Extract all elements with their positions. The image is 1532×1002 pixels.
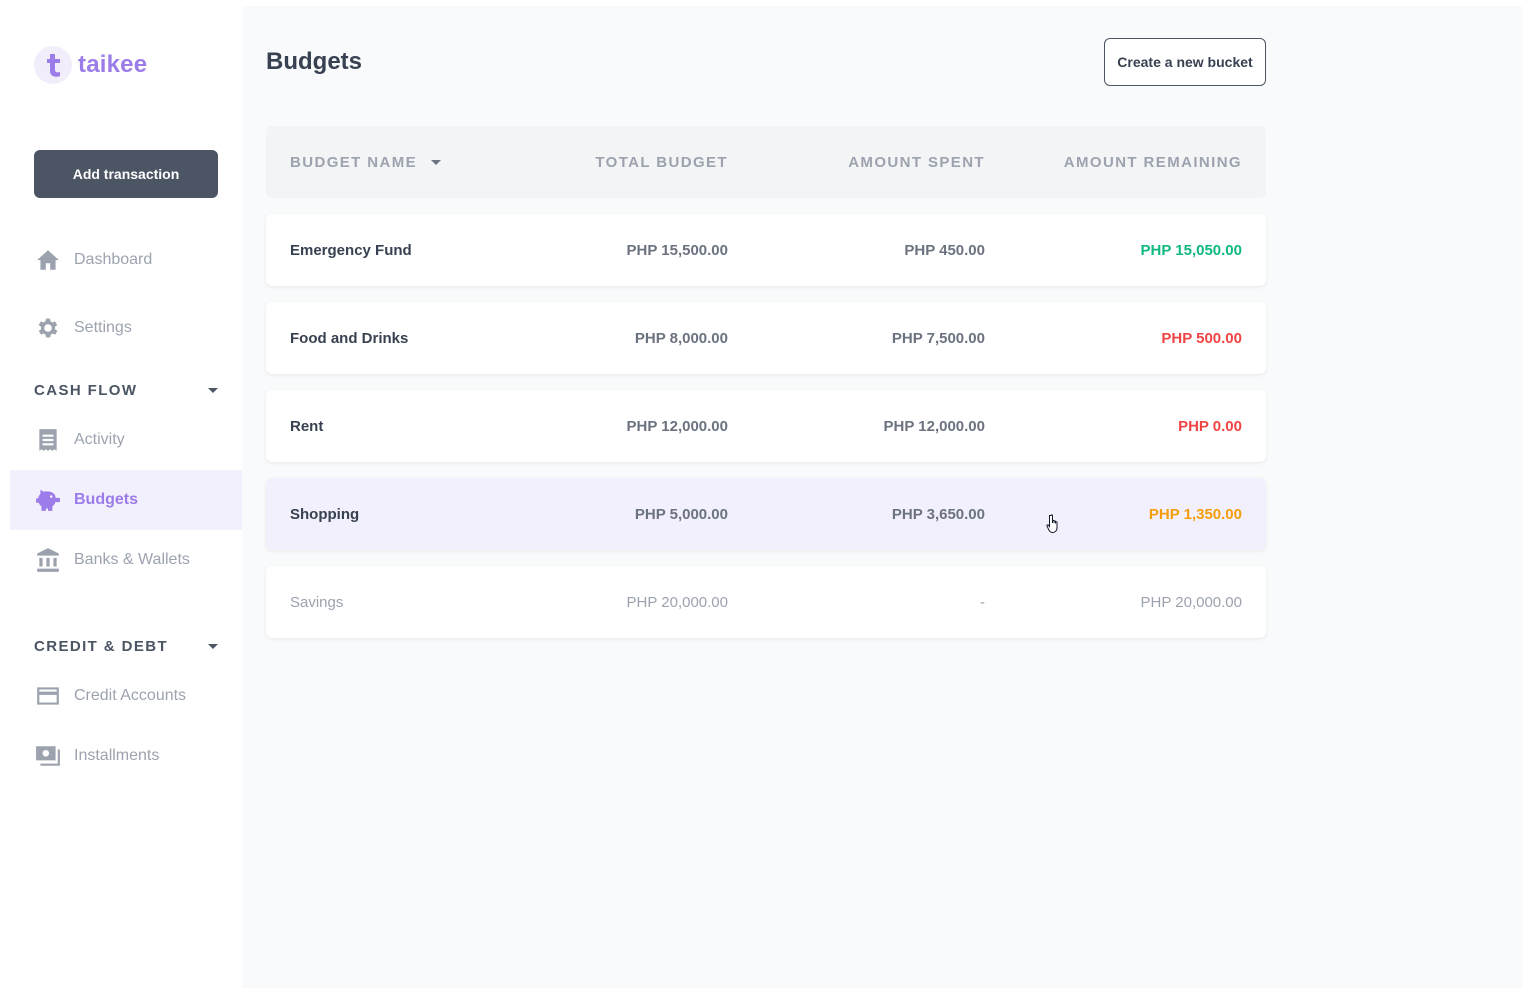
table-row[interactable]: Shopping PHP 5,000.00 PHP 3,650.00 PHP 1… (266, 478, 1266, 550)
sidebar-item-credit-accounts[interactable]: Credit Accounts (10, 666, 242, 726)
sidebar-item-settings[interactable]: Settings (10, 298, 242, 358)
amount-spent: PHP 3,650.00 (891, 505, 985, 523)
hand-cursor-icon (1046, 514, 1058, 534)
amount-spent: PHP 12,000.00 (883, 417, 985, 435)
total-budget: PHP 12,000.00 (626, 417, 728, 435)
sidebar-item-label: Dashboard (74, 251, 153, 268)
sidebar-item-banks-wallets[interactable]: Banks & Wallets (10, 530, 242, 590)
add-transaction-button[interactable]: Add transaction (34, 150, 218, 198)
sidebar-item-label: Banks & Wallets (74, 551, 190, 568)
column-header-amount-spent: AMOUNT SPENT (848, 153, 985, 171)
section-toggle-credit-debt[interactable]: CREDIT & DEBT (34, 638, 218, 655)
caret-down-icon (208, 644, 218, 649)
gear-icon (34, 314, 62, 342)
table-row[interactable]: Savings PHP 20,000.00 - PHP 20,000.00 (266, 566, 1266, 638)
amount-spent: - (980, 593, 985, 611)
amount-remaining: PHP 500.00 (1161, 329, 1242, 347)
piggy-bank-icon (34, 486, 62, 514)
amount-spent: PHP 7,500.00 (891, 329, 985, 347)
receipt-icon (34, 426, 62, 454)
sidebar-item-label: Settings (74, 319, 132, 336)
section-title: CASH FLOW (34, 382, 138, 399)
home-icon (34, 246, 62, 274)
caret-down-icon (208, 388, 218, 393)
sidebar-item-installments[interactable]: Installments (10, 726, 242, 786)
sidebar: taikee Add transaction Dashboard Setting… (10, 6, 242, 988)
column-header-total-budget: TOTAL BUDGET (595, 153, 728, 171)
sidebar-item-label: Budgets (74, 491, 138, 508)
sidebar-item-activity[interactable]: Activity (10, 410, 242, 470)
budget-name: Emergency Fund (290, 241, 412, 259)
amount-spent: PHP 450.00 (904, 241, 985, 259)
logo[interactable]: taikee (34, 46, 147, 84)
sidebar-item-label: Installments (74, 747, 160, 764)
amount-remaining: PHP 20,000.00 (1140, 593, 1242, 611)
page-title: Budgets (266, 48, 362, 75)
budget-name: Rent (290, 417, 324, 435)
budget-name: Savings (290, 593, 344, 611)
column-header-budget-name[interactable]: BUDGET NAME (290, 153, 442, 171)
budget-name: Food and Drinks (290, 329, 409, 347)
table-row[interactable]: Emergency Fund PHP 15,500.00 PHP 450.00 … (266, 214, 1266, 286)
sidebar-item-dashboard[interactable]: Dashboard (10, 230, 242, 290)
table-row[interactable]: Food and Drinks PHP 8,000.00 PHP 7,500.0… (266, 302, 1266, 374)
total-budget: PHP 15,500.00 (626, 241, 728, 259)
bank-icon (34, 546, 62, 574)
total-budget: PHP 5,000.00 (634, 505, 728, 523)
section-toggle-cash-flow[interactable]: CASH FLOW (34, 382, 218, 399)
amount-remaining: PHP 0.00 (1178, 417, 1242, 435)
total-budget: PHP 8,000.00 (634, 329, 728, 347)
logo-text: taikee (78, 51, 148, 78)
column-header-amount-remaining: AMOUNT REMAINING (1063, 153, 1242, 171)
sidebar-item-label: Activity (74, 431, 125, 448)
sidebar-item-budgets[interactable]: Budgets (10, 470, 242, 530)
amount-remaining: PHP 1,350.00 (1148, 505, 1242, 523)
logo-icon (34, 46, 72, 84)
sort-caret-icon (431, 159, 442, 165)
amount-remaining: PHP 15,050.00 (1140, 241, 1242, 259)
money-stack-icon (34, 742, 62, 770)
budget-name: Shopping (290, 505, 360, 523)
create-bucket-button[interactable]: Create a new bucket (1104, 38, 1266, 86)
table-row[interactable]: Rent PHP 12,000.00 PHP 12,000.00 PHP 0.0… (266, 390, 1266, 462)
section-title: CREDIT & DEBT (34, 638, 169, 655)
table-header: BUDGET NAME TOTAL BUDGET AMOUNT SPENT AM… (266, 126, 1266, 198)
main-content: Budgets Create a new bucket BUDGET NAME … (242, 6, 1522, 988)
column-header-label: BUDGET NAME (290, 153, 418, 171)
app-frame: taikee Add transaction Dashboard Setting… (10, 6, 1522, 988)
total-budget: PHP 20,000.00 (626, 593, 728, 611)
credit-card-icon (34, 682, 62, 710)
sidebar-item-label: Credit Accounts (74, 687, 187, 704)
